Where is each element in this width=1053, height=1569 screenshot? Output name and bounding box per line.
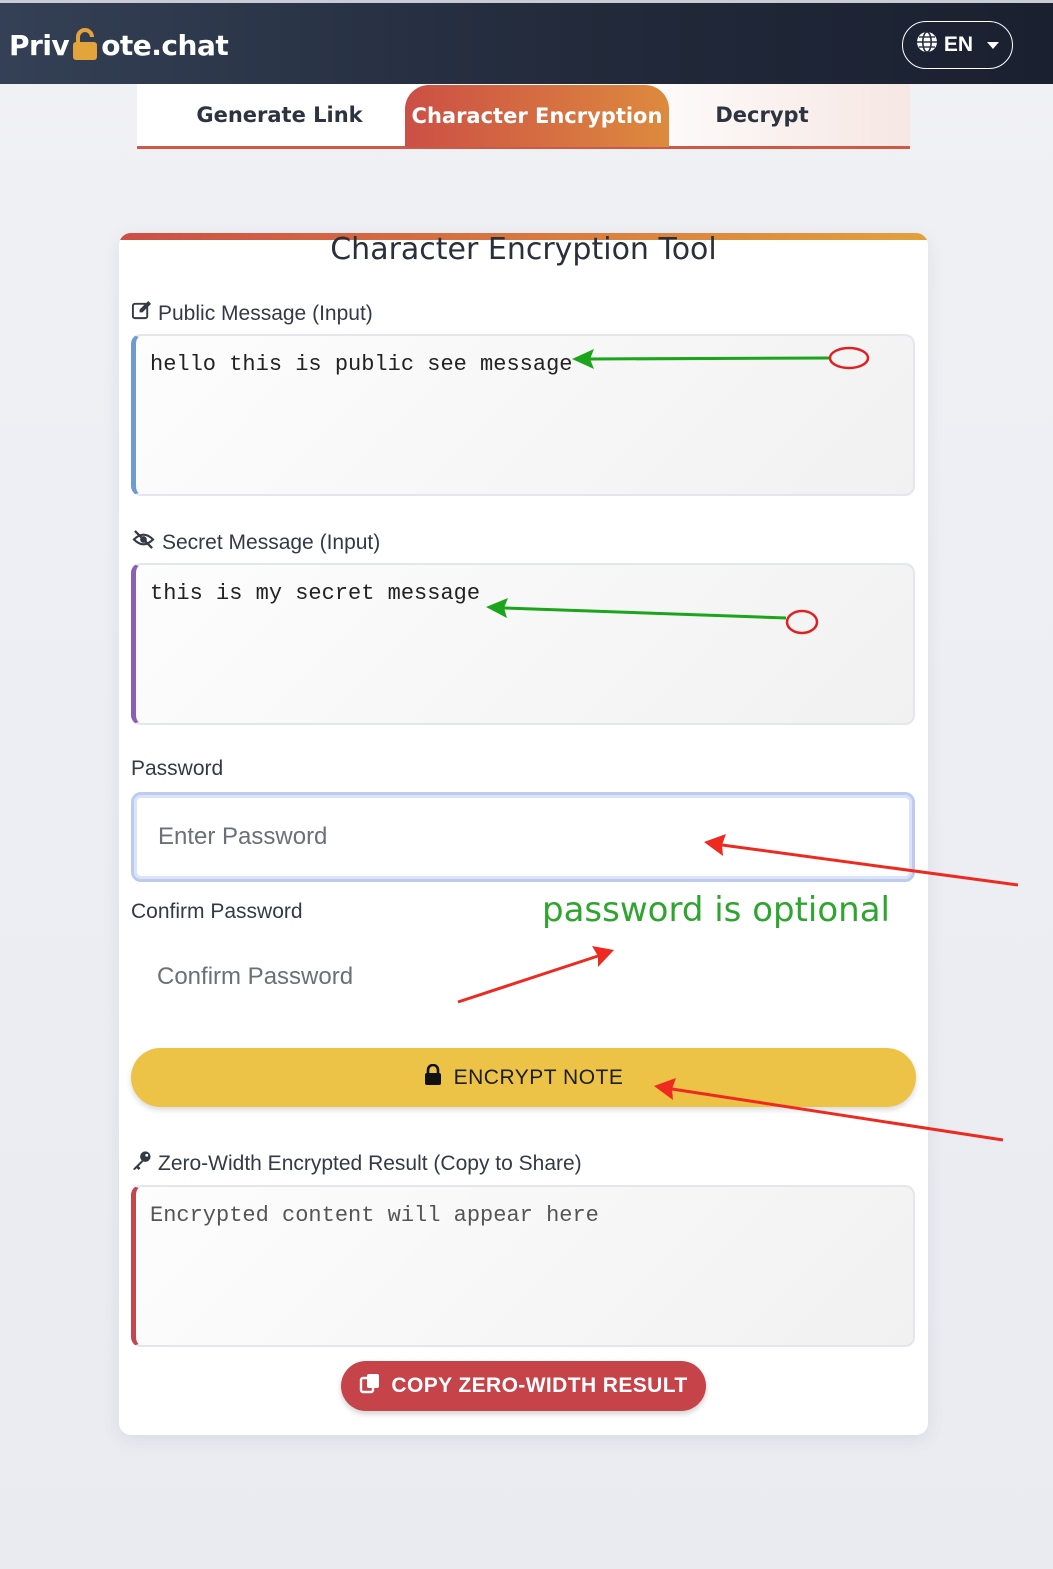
tab-bar: Generate Link Character Encryption Decry…: [137, 84, 910, 149]
page-title: Character Encryption Tool: [330, 233, 717, 267]
padlock-icon: [70, 28, 100, 62]
password-label: Password: [131, 757, 224, 780]
secret-message-label-text: Secret Message (Input): [162, 530, 381, 554]
tab-decrypt[interactable]: Decrypt: [697, 84, 827, 146]
encrypted-result-output[interactable]: Encrypted content will appear here: [131, 1185, 915, 1347]
brand-text-end: ote.chat: [101, 28, 229, 62]
public-message-label: Public Message (Input): [131, 300, 373, 327]
copy-result-button[interactable]: COPY ZERO-WIDTH RESULT: [341, 1361, 706, 1411]
key-icon: [131, 1150, 152, 1177]
password-field[interactable]: Enter Password: [131, 792, 915, 882]
public-message-input[interactable]: hello this is public see message: [131, 334, 915, 496]
encryption-tool-card: Character Encryption Tool Public Message…: [119, 233, 928, 1435]
navbar: Priv ote.chat EN: [0, 0, 1053, 84]
copy-result-label: COPY ZERO-WIDTH RESULT: [391, 1374, 688, 1397]
encrypt-note-button[interactable]: ENCRYPT NOTE: [131, 1048, 916, 1107]
public-message-label-text: Public Message (Input): [158, 301, 373, 325]
tab-label: Decrypt: [715, 103, 809, 127]
secret-message-label: Secret Message (Input): [131, 529, 380, 556]
chevron-down-icon: [987, 41, 1000, 49]
tab-label: Generate Link: [196, 103, 363, 127]
result-label: Zero-Width Encrypted Result (Copy to Sha…: [131, 1150, 582, 1177]
language-selector[interactable]: EN: [902, 21, 1013, 69]
edit-icon: [131, 300, 152, 327]
brand-logo[interactable]: Priv ote.chat: [9, 25, 229, 65]
tab-label: Character Encryption: [411, 104, 663, 128]
tab-generate-link[interactable]: Generate Link: [177, 84, 382, 146]
secret-message-input[interactable]: this is my secret message: [131, 563, 915, 725]
globe-icon: [916, 31, 938, 59]
lock-icon: [424, 1063, 442, 1092]
confirm-password-field[interactable]: Confirm Password: [131, 935, 915, 1019]
tab-character-encryption[interactable]: Character Encryption: [405, 85, 669, 147]
brand-text-start: Priv: [9, 28, 70, 62]
eye-slash-icon: [131, 529, 156, 556]
language-label: EN: [943, 33, 974, 56]
encrypt-note-label: ENCRYPT NOTE: [453, 1065, 624, 1089]
annotation-note: password is optional: [542, 890, 890, 930]
copy-icon: [359, 1372, 381, 1400]
confirm-password-label: Confirm Password: [131, 900, 303, 923]
result-label-text: Zero-Width Encrypted Result (Copy to Sha…: [158, 1151, 582, 1175]
